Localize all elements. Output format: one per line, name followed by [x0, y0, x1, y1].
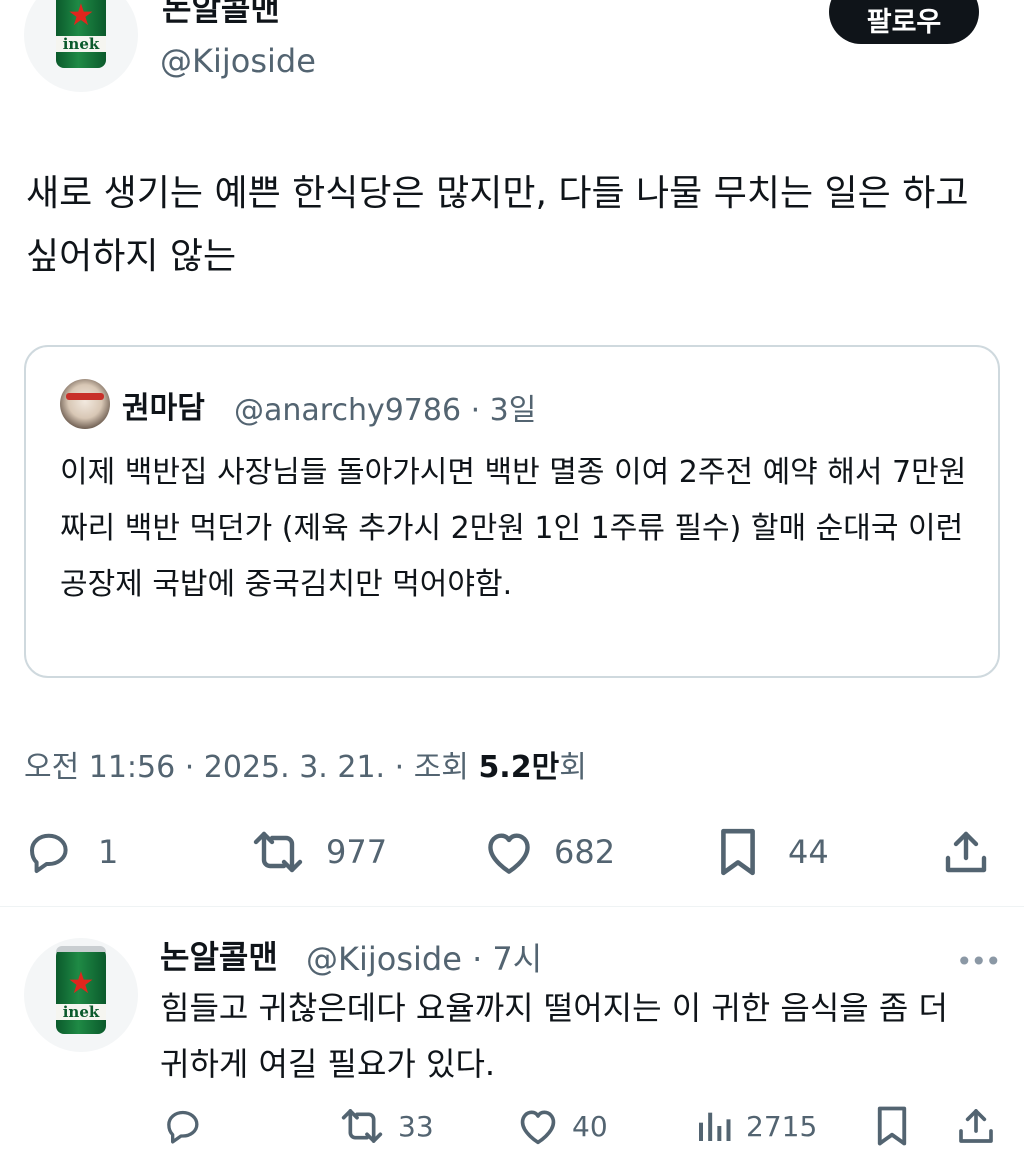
- retweet-icon: [253, 831, 303, 873]
- reply-retweet-count: 33: [398, 1109, 434, 1143]
- beer-can-image: ★ inek: [56, 0, 106, 68]
- like-icon: [520, 1110, 556, 1145]
- divider: [0, 906, 1024, 907]
- views-count: 5.2만: [478, 750, 560, 785]
- quote-author-handle: @anarchy9786 · 3일: [234, 393, 537, 428]
- tweet-text: 새로 생기는 예쁜 한식당은 많지만, 다들 나물 무치는 일은 하고싶어하지 …: [26, 173, 969, 277]
- bookmark-button[interactable]: 44: [716, 826, 829, 878]
- reply-like-button[interactable]: 40: [516, 1104, 608, 1148]
- reply-bookmark-button[interactable]: [874, 1104, 910, 1148]
- avatar-brand-text: inek: [56, 36, 106, 52]
- tweet-timestamp: 오전 11:56 · 2025. 3. 21. · 조회: [24, 750, 479, 785]
- quote-author-avatar[interactable]: [60, 379, 110, 429]
- share-button[interactable]: [942, 826, 990, 878]
- share-icon: [959, 1109, 993, 1143]
- reply-like-count: 40: [572, 1109, 608, 1143]
- author-avatar[interactable]: ★ inek: [24, 0, 138, 92]
- follow-button[interactable]: 팔로우: [829, 0, 979, 44]
- bookmark-icon: [877, 1106, 907, 1146]
- reply-text: 힘들고 귀찮은데다 요율까지 떨어지는 이 귀한 음식을 좀 더 귀하게 여길 …: [160, 989, 948, 1083]
- quote-text: 이제 백반집 사장님들 돌아가시면 백반 멸종 이여 2주전 예약 해서 7만원…: [60, 455, 967, 602]
- like-count: 682: [554, 833, 616, 871]
- beer-can-image: ★ inek: [56, 946, 106, 1034]
- like-icon: [488, 833, 530, 874]
- author-name[interactable]: 논알콜맨: [162, 0, 280, 30]
- reply-author-handle[interactable]: @Kijoside · 7시: [306, 934, 542, 980]
- bookmark-count: 44: [788, 833, 829, 871]
- reply-views-button[interactable]: 2715: [694, 1104, 817, 1148]
- retweet-icon: [341, 1109, 383, 1143]
- reply-icon: [167, 1110, 199, 1144]
- reply-count: 1: [98, 833, 119, 871]
- avatar-brand-text: inek: [56, 1004, 106, 1020]
- reply-icon: [30, 833, 68, 873]
- share-icon: [945, 831, 987, 873]
- reply-button[interactable]: 1: [24, 826, 118, 878]
- views-icon: [699, 1112, 731, 1141]
- retweet-button[interactable]: 977: [248, 826, 387, 878]
- reply-share-button[interactable]: [956, 1104, 996, 1148]
- reply-author-name[interactable]: 논알콜맨: [160, 932, 278, 978]
- tweet-meta: 오전 11:56 · 2025. 3. 21. · 조회 5.2만회: [24, 742, 587, 786]
- retweet-count: 977: [326, 833, 388, 871]
- bookmark-icon: [721, 828, 755, 876]
- author-handle[interactable]: @Kijoside: [160, 42, 316, 80]
- reply-views-count: 2715: [746, 1109, 818, 1143]
- quote-tweet-card[interactable]: 권마담 @anarchy9786 · 3일 이제 백반집 사장님들 돌아가시면 …: [24, 345, 1000, 678]
- more-icon[interactable]: •••: [956, 945, 1002, 978]
- views-suffix: 회: [559, 750, 587, 785]
- reply-reply-button[interactable]: [162, 1104, 204, 1148]
- reply-retweet-button[interactable]: 33: [338, 1104, 434, 1148]
- like-button[interactable]: 682: [482, 826, 615, 878]
- reply-author-avatar[interactable]: ★ inek: [24, 938, 138, 1052]
- quote-author-name: 권마담: [122, 391, 205, 426]
